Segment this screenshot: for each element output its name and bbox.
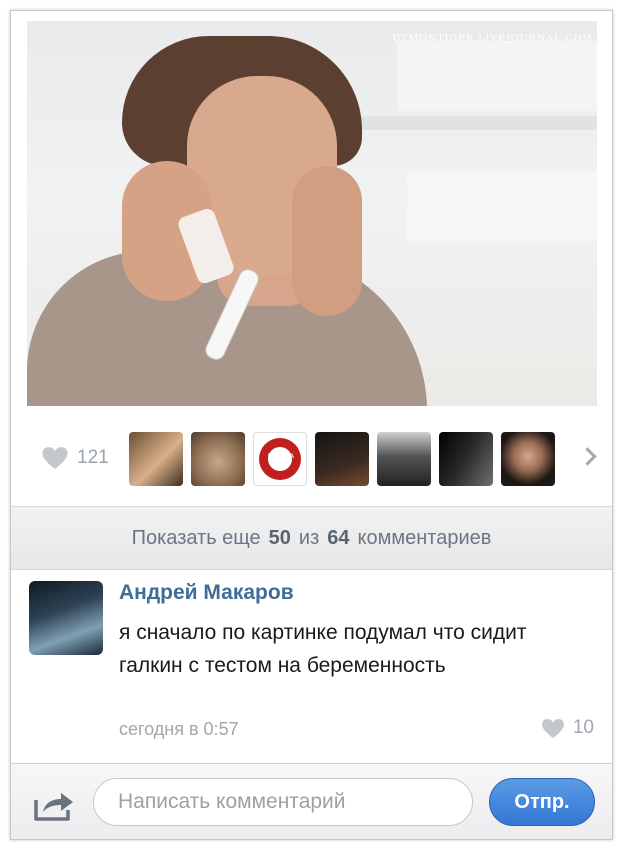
comment-author-avatar[interactable] (29, 581, 103, 655)
comment-input[interactable] (93, 778, 473, 826)
likers-avatars: PRATICA (129, 432, 563, 486)
liker-avatar[interactable] (377, 432, 431, 486)
photo-background-cabinet (397, 41, 597, 111)
liker-avatar[interactable] (315, 432, 369, 486)
share-icon[interactable] (33, 788, 75, 822)
liker-avatar[interactable] (129, 432, 183, 486)
liker-avatar[interactable] (501, 432, 555, 486)
show-more-prefix: Показать еще (131, 526, 261, 549)
comment-text: я сначало по картинке подумал что сидит … (119, 621, 527, 677)
photo-watermark: DYMONTIGER.LIVEJOURNAL.COM (392, 33, 593, 44)
photo-background-counter (407, 171, 597, 241)
liker-avatar[interactable]: PRATICA (253, 432, 307, 486)
show-more-suffix: комментариев (357, 526, 492, 549)
show-more-total-count: 64 (327, 526, 350, 549)
heart-icon (42, 447, 68, 469)
comment-item: Андрей Макаров я сначало по картинке под… (11, 571, 612, 761)
comment-author-name[interactable]: Андрей Макаров (119, 581, 294, 605)
post-photo[interactable]: DYMONTIGER.LIVEJOURNAL.COM (27, 21, 597, 406)
comment-composer: Отпр. (11, 763, 612, 839)
show-more-middle: из (298, 526, 320, 549)
like-button[interactable]: 121 (41, 446, 109, 470)
show-more-comments-button[interactable]: Показать еще 50 из 64 комментариев (11, 506, 612, 570)
photo-hand-right (292, 166, 362, 316)
post-card: DYMONTIGER.LIVEJOURNAL.COM 121 PRATICA П… (10, 10, 613, 840)
show-more-shown-count: 50 (268, 526, 291, 549)
badge-logo-text: PRATICA (267, 454, 295, 460)
comment-timestamp: сегодня в 0:57 (119, 719, 239, 739)
heart-icon (541, 718, 564, 738)
liker-avatar[interactable] (439, 432, 493, 486)
photo-background-shelf (327, 116, 597, 130)
comment-like-count: 10 (572, 717, 594, 738)
chevron-right-icon[interactable] (578, 447, 597, 466)
comment-like-button[interactable]: 10 (541, 717, 594, 739)
liker-avatar[interactable] (191, 432, 245, 486)
likes-row: 121 PRATICA (11, 416, 612, 496)
like-count: 121 (77, 447, 109, 468)
send-button[interactable]: Отпр. (489, 778, 595, 826)
